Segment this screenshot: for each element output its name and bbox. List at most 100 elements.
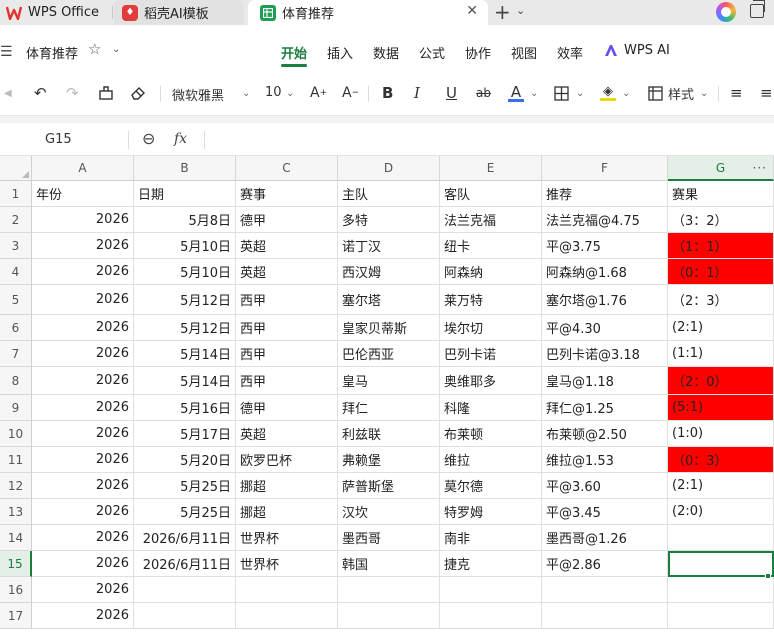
cell-d3[interactable]: 诺丁汉 [338, 233, 440, 259]
cell-g17[interactable] [668, 603, 774, 629]
font-color-icon[interactable]: A [508, 82, 524, 104]
row-header[interactable]: 2 [0, 207, 32, 233]
cell-c15[interactable]: 世界杯 [236, 551, 338, 577]
cell-g3[interactable]: （1：1） [668, 233, 774, 259]
cell-a5[interactable]: 2026 [32, 285, 134, 315]
cell-f15[interactable]: 平@2.86 [542, 551, 668, 577]
cell-e13[interactable]: 特罗姆 [440, 499, 542, 525]
cell-a15[interactable]: 2026 [32, 551, 134, 577]
menu-formula[interactable]: 公式 [419, 43, 445, 62]
cell-b9[interactable]: 5月16日 [134, 395, 236, 421]
italic-icon[interactable]: I [414, 82, 420, 104]
row-header[interactable]: 11 [0, 447, 32, 473]
cell-b5[interactable]: 5月12日 [134, 285, 236, 315]
cell-c7[interactable]: 西甲 [236, 341, 338, 367]
tab-sports-picks[interactable]: 体育推荐 ✕ [248, 0, 488, 25]
cell-c14[interactable]: 世界杯 [236, 525, 338, 551]
cell-e8[interactable]: 奥维耶多 [440, 367, 542, 395]
cell-b6[interactable]: 5月12日 [134, 315, 236, 341]
cell-g5[interactable]: （2：3） [668, 285, 774, 315]
row-header[interactable]: 12 [0, 473, 32, 499]
cell-b3[interactable]: 5月10日 [134, 233, 236, 259]
menu-home[interactable]: 开始 [281, 43, 307, 62]
row-header[interactable]: 17 [0, 603, 32, 629]
cell-d2[interactable]: 多特 [338, 207, 440, 233]
cell-a4[interactable]: 2026 [32, 259, 134, 285]
bold-icon[interactable]: B [382, 82, 393, 104]
cell-b16[interactable] [134, 577, 236, 603]
cell-a16[interactable]: 2026 [32, 577, 134, 603]
cell-f1[interactable]: 推荐 [542, 181, 668, 207]
cell-c13[interactable]: 挪超 [236, 499, 338, 525]
more-options-icon[interactable]: ··· [753, 161, 767, 175]
chevron-down-icon[interactable]: ⌄ [286, 82, 294, 104]
row-header[interactable]: 6 [0, 315, 32, 341]
cell-e5[interactable]: 莱万特 [440, 285, 542, 315]
cell-e4[interactable]: 阿森纳 [440, 259, 542, 285]
cell-c2[interactable]: 德甲 [236, 207, 338, 233]
cell-f8[interactable]: 皇马@1.18 [542, 367, 668, 395]
chevron-down-icon[interactable]: ⌄ [622, 82, 630, 104]
cell-e14[interactable]: 南非 [440, 525, 542, 551]
cell-d4[interactable]: 西汉姆 [338, 259, 440, 285]
cell-f6[interactable]: 平@4.30 [542, 315, 668, 341]
column-header-c[interactable]: C [236, 156, 338, 181]
font-name-select[interactable]: 微软雅黑 [172, 85, 224, 104]
hamburger-menu-icon[interactable]: ☰ [0, 44, 13, 60]
chevron-down-icon[interactable]: ⌄ [530, 82, 538, 104]
cell-g2[interactable]: （3：2） [668, 207, 774, 233]
cell-a12[interactable]: 2026 [32, 473, 134, 499]
cell-f4[interactable]: 阿森纳@1.68 [542, 259, 668, 285]
cell-d11[interactable]: 弗赖堡 [338, 447, 440, 473]
cell-e15[interactable]: 捷克 [440, 551, 542, 577]
underline-icon[interactable]: U [446, 82, 457, 104]
cell-g15[interactable] [668, 551, 774, 577]
chevron-down-icon[interactable]: ⌄ [112, 44, 120, 55]
align-left-icon[interactable]: ≡ [730, 82, 743, 104]
menu-view[interactable]: 视图 [511, 43, 537, 62]
cell-c11[interactable]: 欧罗巴杯 [236, 447, 338, 473]
cell-e17[interactable] [440, 603, 542, 629]
cell-e2[interactable]: 法兰克福 [440, 207, 542, 233]
cell-b12[interactable]: 5月25日 [134, 473, 236, 499]
cell-f7[interactable]: 巴列卡诺@3.18 [542, 341, 668, 367]
cell-c17[interactable] [236, 603, 338, 629]
cell-a3[interactable]: 2026 [32, 233, 134, 259]
row-header[interactable]: 1 [0, 181, 32, 207]
cell-e10[interactable]: 布莱顿 [440, 421, 542, 447]
scroll-left-icon[interactable]: ◀ [4, 82, 12, 104]
fill-color-icon[interactable]: ◈ [600, 82, 616, 104]
cell-e6[interactable]: 埃尔切 [440, 315, 542, 341]
close-tab-icon[interactable]: ✕ [466, 3, 478, 19]
cell-e9[interactable]: 科隆 [440, 395, 542, 421]
cell-f11[interactable]: 维拉@1.53 [542, 447, 668, 473]
undo-icon[interactable]: ↶ [34, 82, 47, 104]
cell-g9[interactable]: (5:1) [668, 395, 774, 421]
column-header-d[interactable]: D [338, 156, 440, 181]
chevron-down-icon[interactable]: ⌄ [242, 82, 250, 104]
name-box[interactable]: G15 [45, 132, 72, 147]
cell-g12[interactable]: (2:1) [668, 473, 774, 499]
cell-c1[interactable]: 赛事 [236, 181, 338, 207]
select-all-corner[interactable] [0, 156, 32, 181]
cell-a14[interactable]: 2026 [32, 525, 134, 551]
cell-f16[interactable] [542, 577, 668, 603]
strikethrough-icon[interactable]: ab [476, 82, 491, 104]
cell-d6[interactable]: 皇家贝蒂斯 [338, 315, 440, 341]
cell-c4[interactable]: 英超 [236, 259, 338, 285]
cell-c12[interactable]: 挪超 [236, 473, 338, 499]
cell-f9[interactable]: 拜仁@1.25 [542, 395, 668, 421]
star-favorite-icon[interactable]: ☆ [88, 40, 101, 58]
row-header[interactable]: 13 [0, 499, 32, 525]
menu-insert[interactable]: 插入 [327, 43, 353, 62]
cell-a6[interactable]: 2026 [32, 315, 134, 341]
column-header-g[interactable]: G ··· [668, 156, 774, 181]
cell-b15[interactable]: 2026/6月11日 [134, 551, 236, 577]
decrease-font-size-icon[interactable]: A − [342, 82, 359, 104]
redo-icon[interactable]: ↷ [66, 82, 79, 104]
document-name[interactable]: 体育推荐 [26, 43, 78, 62]
fill-handle[interactable] [765, 573, 771, 579]
cell-e3[interactable]: 纽卡 [440, 233, 542, 259]
row-header[interactable]: 10 [0, 421, 32, 447]
cell-g4[interactable]: （0：1） [668, 259, 774, 285]
